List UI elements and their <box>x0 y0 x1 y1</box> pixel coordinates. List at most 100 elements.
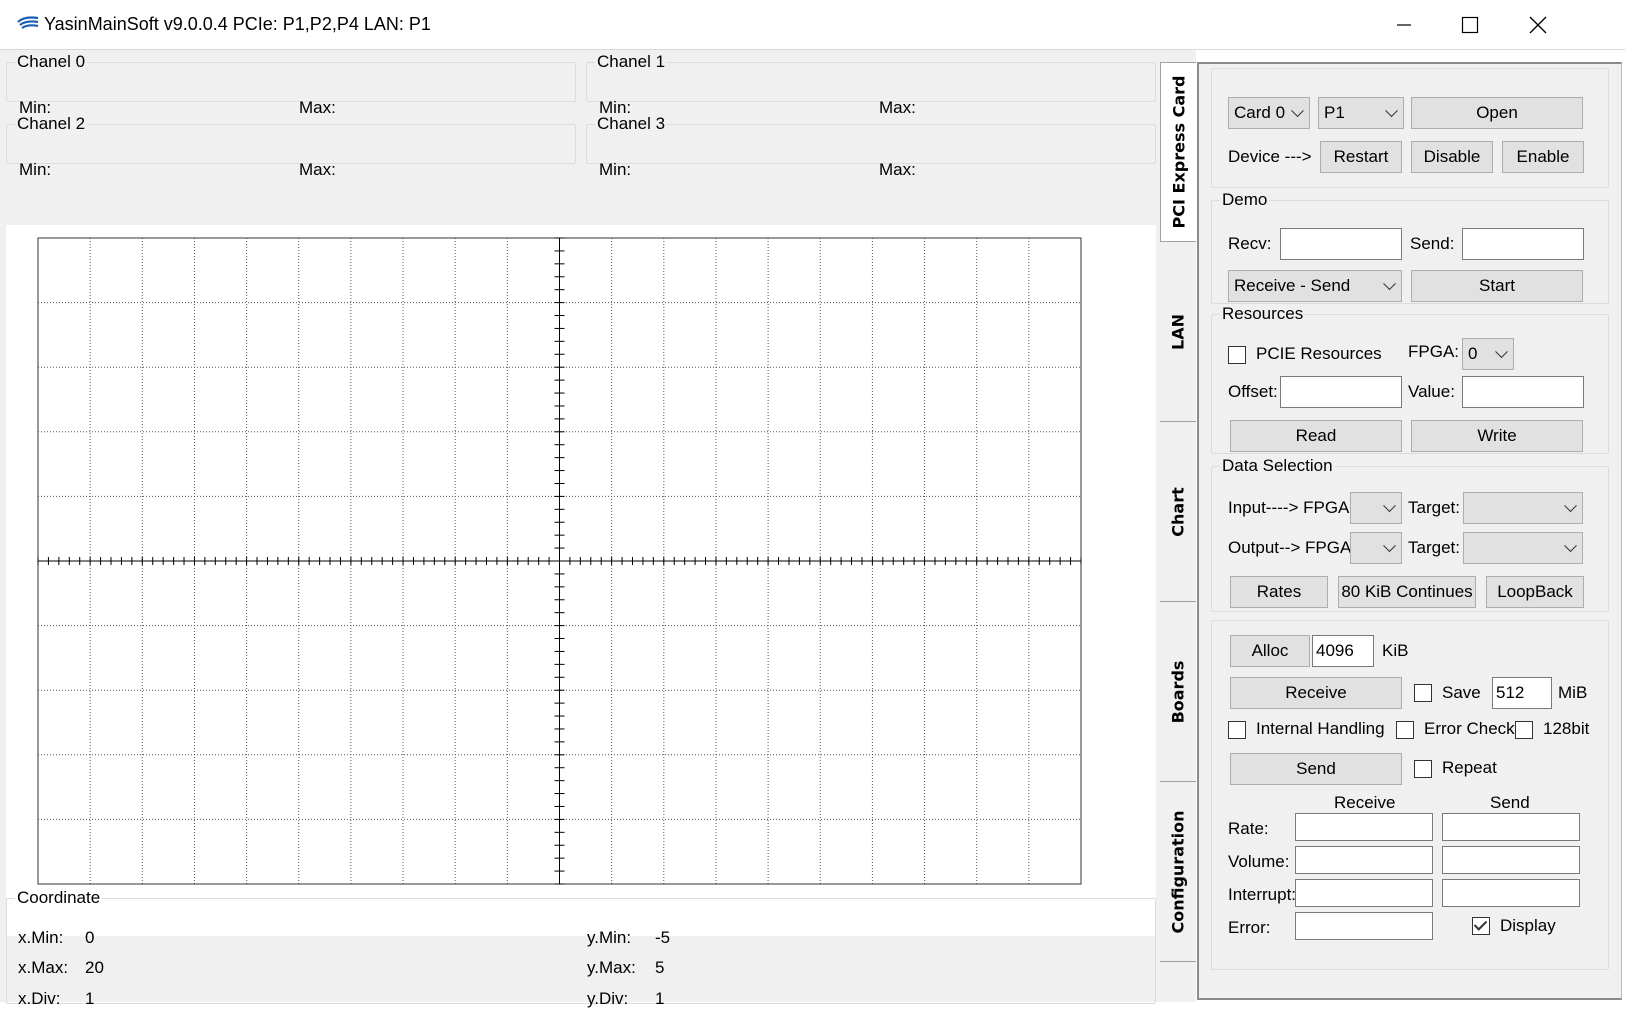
repeat-checkbox[interactable] <box>1414 760 1432 778</box>
tab-lan[interactable]: LAN <box>1160 242 1196 422</box>
rates-button[interactable]: Rates <box>1230 576 1328 608</box>
tab-configuration-label: Configuration <box>1168 809 1188 934</box>
write-button[interactable]: Write <box>1411 420 1583 452</box>
title-bar[interactable]: YasinMainSoft v9.0.0.4 PCIe: P1,P2,P4 LA… <box>0 0 1625 50</box>
tab-pci-express-card[interactable]: PCI Express Card <box>1160 62 1196 242</box>
open-button[interactable]: Open <box>1411 97 1583 129</box>
enable-button[interactable]: Enable <box>1502 141 1584 173</box>
alloc-button[interactable]: Alloc <box>1230 635 1310 667</box>
channel-0-label: Chanel 0 <box>17 52 86 71</box>
coordinate-label: Coordinate <box>17 888 101 907</box>
card-select-value: Card 0 <box>1234 103 1286 122</box>
output-target-select[interactable] <box>1463 532 1583 564</box>
pcie-resources-label: PCIE Resources <box>1256 344 1382 363</box>
output-fpga-label: Output--> FPGA: <box>1228 538 1357 557</box>
128bit-checkbox[interactable] <box>1515 721 1533 739</box>
internal-handling-label: Internal Handling <box>1256 719 1385 738</box>
pcie-resources-checkbox[interactable] <box>1228 346 1246 364</box>
data-selection-label: Data Selection <box>1222 456 1333 475</box>
channel-1-group: Chanel 1 Min: Max: <box>586 52 1156 117</box>
output-fpga-select[interactable] <box>1350 532 1402 564</box>
port-select[interactable]: P1 <box>1318 97 1404 129</box>
receive-button[interactable]: Receive <box>1230 677 1402 709</box>
start-button[interactable]: Start <box>1411 270 1583 302</box>
y-max-value: 5 <box>655 958 665 977</box>
x-min-value: 0 <box>85 928 95 947</box>
tab-chart[interactable]: Chart <box>1160 422 1196 602</box>
resources-group: Resources PCIE Resources FPGA: 0 Offset:… <box>1211 304 1609 454</box>
y-div-value: 1 <box>655 989 665 1008</box>
read-button[interactable]: Read <box>1230 420 1402 452</box>
volume-send-field <box>1442 846 1580 874</box>
y-div-label: y.Div: <box>587 989 629 1008</box>
fpga-select-value: 0 <box>1468 344 1478 363</box>
maximize-button[interactable] <box>1437 0 1503 50</box>
card-select[interactable]: Card 0 <box>1228 97 1310 129</box>
main-area: Chanel 0 Min: Max: Chanel 1 Min: Max: Ch… <box>0 50 1170 1008</box>
disable-button[interactable]: Disable <box>1411 141 1493 173</box>
value-input[interactable] <box>1462 376 1584 408</box>
tab-configuration[interactable]: Configuration <box>1160 782 1196 962</box>
input-fpga-select[interactable] <box>1350 492 1402 524</box>
alloc-unit-label: KiB <box>1382 641 1409 660</box>
loopback-button[interactable]: LoopBack <box>1486 576 1584 608</box>
x-div-value: 1 <box>85 989 95 1008</box>
error-label: Error: <box>1228 918 1271 937</box>
y-min-label: y.Min: <box>587 928 632 947</box>
offset-label: Offset: <box>1228 382 1278 401</box>
channel-2-label: Chanel 2 <box>17 114 86 133</box>
send-label: Send: <box>1410 234 1455 253</box>
display-checkbox[interactable] <box>1472 917 1490 935</box>
data-selection-group: Data Selection Input----> FPGA: Target: … <box>1211 456 1609 612</box>
output-target-label: Target: <box>1408 538 1460 557</box>
volume-label: Volume: <box>1228 852 1290 871</box>
send-button[interactable]: Send <box>1230 753 1402 785</box>
app-icon <box>17 16 39 29</box>
error-check-label: Error Check <box>1424 719 1515 738</box>
minimize-button[interactable] <box>1371 0 1437 50</box>
save-size-input[interactable]: 512 <box>1492 677 1552 709</box>
channel-2-max-label: Max: <box>299 160 336 179</box>
chevron-down-icon <box>1385 104 1398 118</box>
recv-input[interactable] <box>1280 228 1402 260</box>
tab-strip: PCI Express Card LAN Chart Boards Config… <box>1160 50 1196 1002</box>
interrupt-label: Interrupt: <box>1228 885 1297 904</box>
demo-group: Demo Recv: Send: Receive - Send Start <box>1211 190 1609 304</box>
channel-0-group: Chanel 0 Min: Max: <box>6 52 576 117</box>
pci-express-panel: Card 0 P1 Open Device ---> Restart Disab… <box>1197 62 1622 1000</box>
save-checkbox[interactable] <box>1414 684 1432 702</box>
error-check-checkbox[interactable] <box>1396 721 1414 739</box>
x-div-label: x.Div: <box>18 989 61 1008</box>
chevron-down-icon <box>1564 499 1577 513</box>
channel-3-min-label: Min: <box>599 160 632 179</box>
close-button[interactable] <box>1505 0 1571 50</box>
channel-2-group: Chanel 2 Min: Max: <box>6 114 576 179</box>
save-unit-label: MiB <box>1558 683 1588 702</box>
interrupt-send-field <box>1442 879 1580 907</box>
channel-3-label: Chanel 3 <box>597 114 666 133</box>
128bit-label: 128bit <box>1543 719 1590 738</box>
repeat-label: Repeat <box>1442 758 1497 777</box>
channel-1-label: Chanel 1 <box>597 52 666 71</box>
oscilloscope-plot[interactable] <box>6 225 1156 936</box>
restart-button[interactable]: Restart <box>1320 141 1402 173</box>
tab-boards[interactable]: Boards <box>1160 602 1196 782</box>
x-min-label: x.Min: <box>18 928 64 947</box>
input-target-select[interactable] <box>1463 492 1583 524</box>
rate-receive-field <box>1295 813 1433 841</box>
fpga-select[interactable]: 0 <box>1462 338 1514 370</box>
y-max-label: y.Max: <box>587 958 636 977</box>
transfer-group: Alloc 4096 KiB Receive Save 512 MiB Inte… <box>1211 620 1609 970</box>
send-input[interactable] <box>1462 228 1584 260</box>
col-receive-label: Receive <box>1334 793 1396 812</box>
demo-mode-select[interactable]: Receive - Send <box>1228 270 1402 302</box>
port-select-value: P1 <box>1324 103 1345 122</box>
y-min-value: -5 <box>655 928 671 947</box>
chevron-down-icon <box>1291 104 1304 118</box>
offset-input[interactable] <box>1280 376 1402 408</box>
continues-button[interactable]: 80 KiB Continues <box>1338 576 1476 608</box>
alloc-size-input[interactable]: 4096 <box>1312 635 1374 667</box>
value-label: Value: <box>1408 382 1455 401</box>
internal-handling-checkbox[interactable] <box>1228 721 1246 739</box>
chevron-down-icon <box>1495 345 1508 359</box>
